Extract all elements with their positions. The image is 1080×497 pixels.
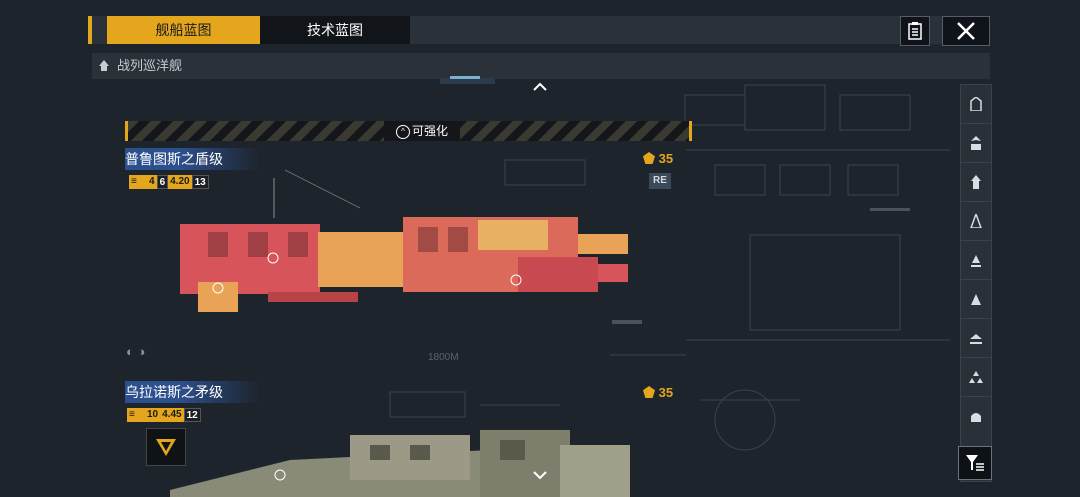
ship-name-2-label: 乌拉诺斯之矛级 <box>125 384 223 400</box>
ship-name-2[interactable]: 乌拉诺斯之矛级 <box>125 381 260 403</box>
upgradeable-label: 可强化 <box>411 124 448 138</box>
close-button[interactable] <box>942 16 990 46</box>
ship-stats-2: ≡ 10 4.45 12 <box>127 408 201 422</box>
filter-corvette[interactable] <box>961 280 991 319</box>
corvette-icon <box>971 294 981 305</box>
stat-value: 4 <box>147 175 157 189</box>
notes-button[interactable] <box>900 16 930 46</box>
filter-rail <box>960 84 992 482</box>
aux-icon <box>970 334 982 344</box>
rank-icon: ≡ <box>127 408 145 422</box>
stat-value: 4.20 <box>168 175 192 189</box>
ship-cost-2-value: 35 <box>658 385 674 400</box>
tab-ship-blueprints[interactable]: 舰船蓝图 <box>107 16 260 44</box>
filter-cruiser[interactable] <box>961 163 991 202</box>
destroyer-icon <box>970 214 982 228</box>
clipboard-icon <box>908 22 922 40</box>
filter-frigate[interactable] <box>961 241 991 280</box>
ship-status-icons: ◐ ◑ <box>126 344 146 359</box>
coin-icon <box>643 386 655 398</box>
ship-fragment-icon <box>440 76 495 84</box>
stat-value: 10 <box>145 408 161 422</box>
filter-hull[interactable] <box>961 85 991 124</box>
stat-value: 12 <box>183 408 201 422</box>
filter-button[interactable] <box>958 446 992 480</box>
ship-cost-1-value: 35 <box>658 151 674 166</box>
close-icon <box>957 22 975 40</box>
distance-label: 1800M <box>428 352 459 363</box>
cruiser-icon <box>971 175 981 189</box>
category-label: 战列巡洋舰 <box>117 58 183 73</box>
stat-value: 4.45 <box>160 408 184 422</box>
carrier-icon <box>971 136 981 150</box>
ship-tag-re: RE <box>649 173 671 189</box>
filter-fighter[interactable] <box>961 358 991 397</box>
filter-carrier[interactable] <box>961 124 991 163</box>
accent-strip <box>88 16 92 44</box>
category-bar: 战列巡洋舰 <box>92 53 990 79</box>
callout-lines <box>273 169 361 218</box>
ship-cost-1: 35 <box>643 151 673 166</box>
ship-image-2[interactable] <box>170 430 635 497</box>
battlecruiser-icon <box>99 60 109 71</box>
scroll-up-icon[interactable] <box>532 82 548 92</box>
filter-destroyer[interactable] <box>961 202 991 241</box>
ship-cost-2: 35 <box>643 385 673 400</box>
stat-value: 6 <box>156 175 169 189</box>
ship-image-1[interactable] <box>178 212 633 324</box>
station-icon <box>971 413 981 422</box>
filter-aux[interactable] <box>961 319 991 358</box>
fighter-icon <box>969 371 983 383</box>
hull-icon <box>970 97 982 111</box>
ship-name-1[interactable]: 普鲁图斯之盾级 <box>125 148 260 170</box>
upgradeable-label-box: ^ 可强化 <box>384 121 460 141</box>
coin-icon <box>643 152 655 164</box>
ship-name-1-label: 普鲁图斯之盾级 <box>125 151 223 167</box>
upgrade-icon: ^ <box>395 124 410 139</box>
tab-tech-blueprints[interactable]: 技术蓝图 <box>260 16 410 44</box>
filter-station[interactable] <box>961 397 991 435</box>
filter-icon <box>966 455 984 471</box>
rank-icon: ≡ <box>129 175 147 189</box>
scroll-down-icon[interactable] <box>532 470 548 480</box>
frigate-icon <box>971 255 981 267</box>
